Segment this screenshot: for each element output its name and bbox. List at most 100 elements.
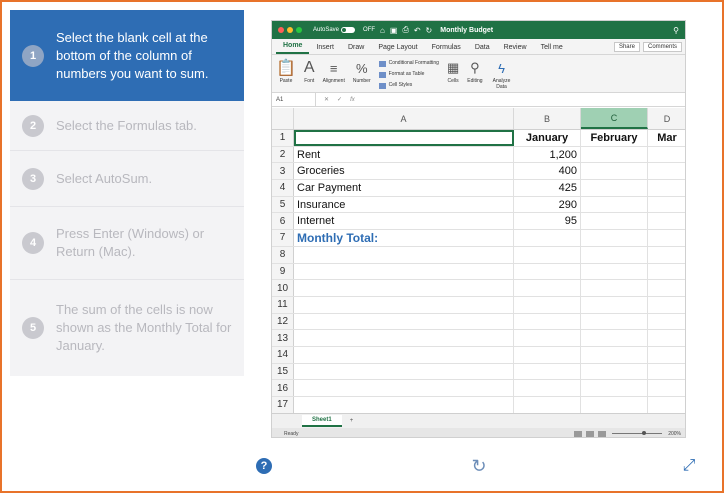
row-number: 14 [272, 346, 294, 363]
font-icon: A [303, 59, 315, 76]
row-number: 12 [272, 313, 294, 330]
cell-c [581, 296, 648, 313]
search-icon: ⚲ [673, 25, 679, 35]
autosave-state: OFF [363, 27, 376, 33]
expand-button[interactable]: ⤢ [681, 457, 697, 474]
cell-b [514, 363, 581, 380]
table-row: 6 Internet 95 [272, 213, 685, 231]
analyze-data-group: ϟ Analyze Data [491, 58, 513, 91]
share-button: Share [613, 42, 640, 52]
lightning-icon: ϟ [498, 60, 505, 76]
ribbon-tabs: Home Insert Draw Page Layout Formulas Da… [272, 39, 685, 55]
cell-a [294, 330, 514, 346]
step-number: 5 [22, 317, 44, 339]
table-row: 8 [272, 246, 685, 264]
status-bar: Ready 200% [272, 428, 685, 437]
row-number: 11 [272, 296, 294, 313]
print-icon: ⎙ [402, 25, 409, 34]
step-text: The sum of the cells is now shown as the… [56, 302, 232, 353]
cell-a [294, 246, 514, 263]
help-button[interactable]: ? [256, 458, 272, 474]
step-number: 1 [22, 44, 44, 67]
table-row: 15 [272, 363, 685, 381]
percent-icon: % [355, 60, 368, 76]
column-header-c: C [581, 108, 648, 129]
table-row: 9 [272, 263, 685, 281]
cell-a [294, 363, 514, 380]
cell-c [581, 163, 648, 180]
cells-icon: ▦ [446, 60, 460, 75]
cells-label: Cells [447, 78, 459, 84]
corner-cell [272, 108, 294, 129]
tab-home: Home [276, 42, 310, 54]
column-header-a: A [294, 108, 514, 129]
styles-group: Conditional Formatting Format as Table C… [378, 58, 439, 91]
row-number: 16 [272, 380, 294, 396]
cell-b [514, 346, 581, 363]
cell-b: 95 [514, 213, 581, 230]
cell-b [514, 380, 581, 396]
cell-b: January [514, 130, 581, 146]
cell-d [648, 314, 685, 330]
autosave-label: AutoSave [313, 27, 340, 33]
step-4[interactable]: 4 Press Enter (Windows) or Return (Mac). [10, 207, 244, 280]
row-number: 9 [272, 263, 294, 280]
table-row: 11 [272, 296, 685, 314]
excel-screenshot: AutoSave OFF ⌂ ▣ ⎙ ↶ ↻ Monthly Budget ⚲ … [271, 20, 686, 438]
cell-d [648, 364, 685, 380]
autosave-toggle [341, 27, 356, 33]
cell-d [648, 280, 685, 296]
analyze-data-label: Analyze Data [492, 78, 511, 90]
name-box: A1 [272, 93, 316, 106]
home-icon: ⌂ [380, 25, 385, 35]
cell-c [581, 213, 648, 230]
table-row: 7 Monthly Total: [272, 230, 685, 247]
table-row: 12 [272, 313, 685, 331]
page-break-view-icon [598, 430, 607, 437]
status-text: Ready [284, 430, 299, 437]
table-icon [378, 82, 386, 89]
step-1[interactable]: 1 Select the blank cell at the bottom of… [10, 10, 244, 101]
confirm-icon: ✓ [337, 97, 343, 103]
row-number: 6 [272, 213, 294, 230]
comments-button: Comments [642, 42, 682, 52]
sheet-tab-bar: Sheet1 + [272, 413, 685, 428]
table-row: 10 [272, 280, 685, 297]
cell-b [514, 330, 581, 346]
row-number: 10 [272, 280, 294, 296]
reload-button[interactable]: ↻ [471, 456, 487, 476]
cell-c [581, 246, 648, 263]
excel-titlebar: AutoSave OFF ⌂ ▣ ⎙ ↶ ↻ Monthly Budget ⚲ [272, 21, 685, 39]
alignment-label: Alignment [322, 78, 345, 84]
table-icon [378, 60, 386, 67]
close-dot-icon [278, 27, 284, 33]
tab-draw: Draw [347, 44, 365, 51]
table-row: 4 Car Payment 425 [272, 180, 685, 197]
zoom-level: 200% [668, 430, 681, 437]
step-2[interactable]: 2 Select the Formulas tab. [10, 101, 244, 151]
step-5[interactable]: 5 The sum of the cells is now shown as t… [10, 280, 244, 376]
table-row: 2 Rent 1,200 [272, 146, 685, 164]
row-number: 1 [272, 130, 294, 146]
cell-c [581, 146, 648, 163]
row-number: 2 [272, 146, 294, 163]
table-row: 1 January February Mar [272, 130, 685, 147]
cell-c [581, 180, 648, 196]
undo-icon: ↶ [413, 25, 421, 35]
row-number: 7 [272, 230, 294, 246]
cell-c: February [581, 130, 648, 146]
column-header-b: B [514, 108, 581, 129]
cell-b [514, 230, 581, 246]
cell-b [514, 296, 581, 313]
cell-a [294, 296, 514, 313]
cell-a: Internet [294, 213, 514, 230]
redo-icon: ↻ [425, 25, 433, 35]
cell-c [581, 196, 648, 213]
tab-tell-me: Tell me [540, 44, 563, 51]
step-3[interactable]: 3 Select AutoSum. [10, 151, 244, 207]
cell-a: Groceries [294, 163, 514, 180]
fx-label: fx [350, 96, 355, 103]
cell-c [581, 363, 648, 380]
minimize-dot-icon [287, 27, 293, 33]
cell-a [294, 313, 514, 330]
